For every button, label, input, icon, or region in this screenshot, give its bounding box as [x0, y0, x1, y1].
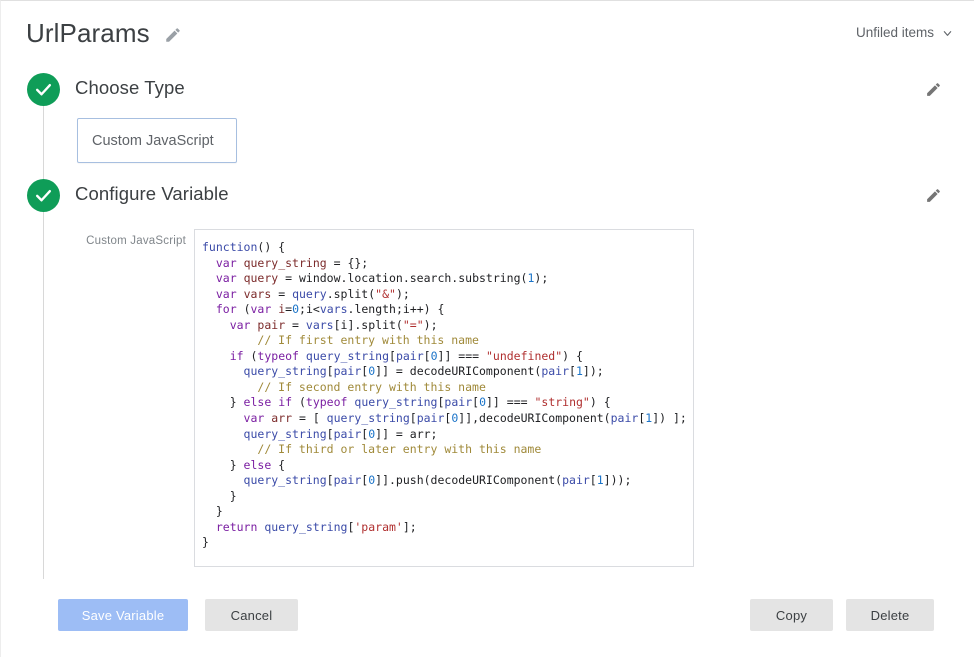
step-choose-type-header: Choose Type	[1, 73, 974, 107]
edit-choose-type-pencil-icon[interactable]	[925, 81, 943, 99]
folder-selector[interactable]: Unfiled items	[856, 25, 953, 40]
variable-editor-page: UrlParams Unfiled items Choose Type Cust…	[0, 0, 974, 657]
delete-button[interactable]: Delete	[846, 599, 934, 631]
step-configure-variable-header: Configure Variable	[1, 179, 974, 213]
rename-pencil-icon[interactable]	[164, 26, 182, 44]
edit-configure-variable-pencil-icon[interactable]	[925, 187, 943, 205]
save-variable-button[interactable]: Save Variable	[58, 599, 188, 631]
step-choose-type: Choose Type	[1, 73, 974, 107]
custom-javascript-label: Custom JavaScript	[86, 235, 186, 247]
check-circle-icon	[27, 73, 60, 106]
step-connector-line	[43, 106, 44, 579]
copy-button[interactable]: Copy	[750, 599, 833, 631]
cancel-button[interactable]: Cancel	[205, 599, 298, 631]
variable-type-value: Custom JavaScript	[92, 132, 214, 149]
title-group: UrlParams	[26, 18, 182, 48]
step-choose-type-title: Choose Type	[75, 77, 185, 98]
check-circle-icon	[27, 179, 60, 212]
variable-type-selector[interactable]: Custom JavaScript	[77, 118, 237, 163]
custom-javascript-code-editor[interactable]: function() { var query_string = {}; var …	[194, 229, 694, 567]
page-header: UrlParams Unfiled items	[1, 1, 974, 63]
chevron-down-icon	[942, 27, 953, 38]
step-configure-variable-title: Configure Variable	[75, 183, 229, 204]
page-title: UrlParams	[26, 18, 150, 48]
step-configure-variable: Configure Variable	[1, 179, 974, 213]
code-content: function() { var query_string = {}; var …	[202, 240, 687, 550]
action-bar: Save Variable Cancel Copy Delete	[1, 599, 974, 635]
folder-selector-label: Unfiled items	[855, 25, 934, 40]
